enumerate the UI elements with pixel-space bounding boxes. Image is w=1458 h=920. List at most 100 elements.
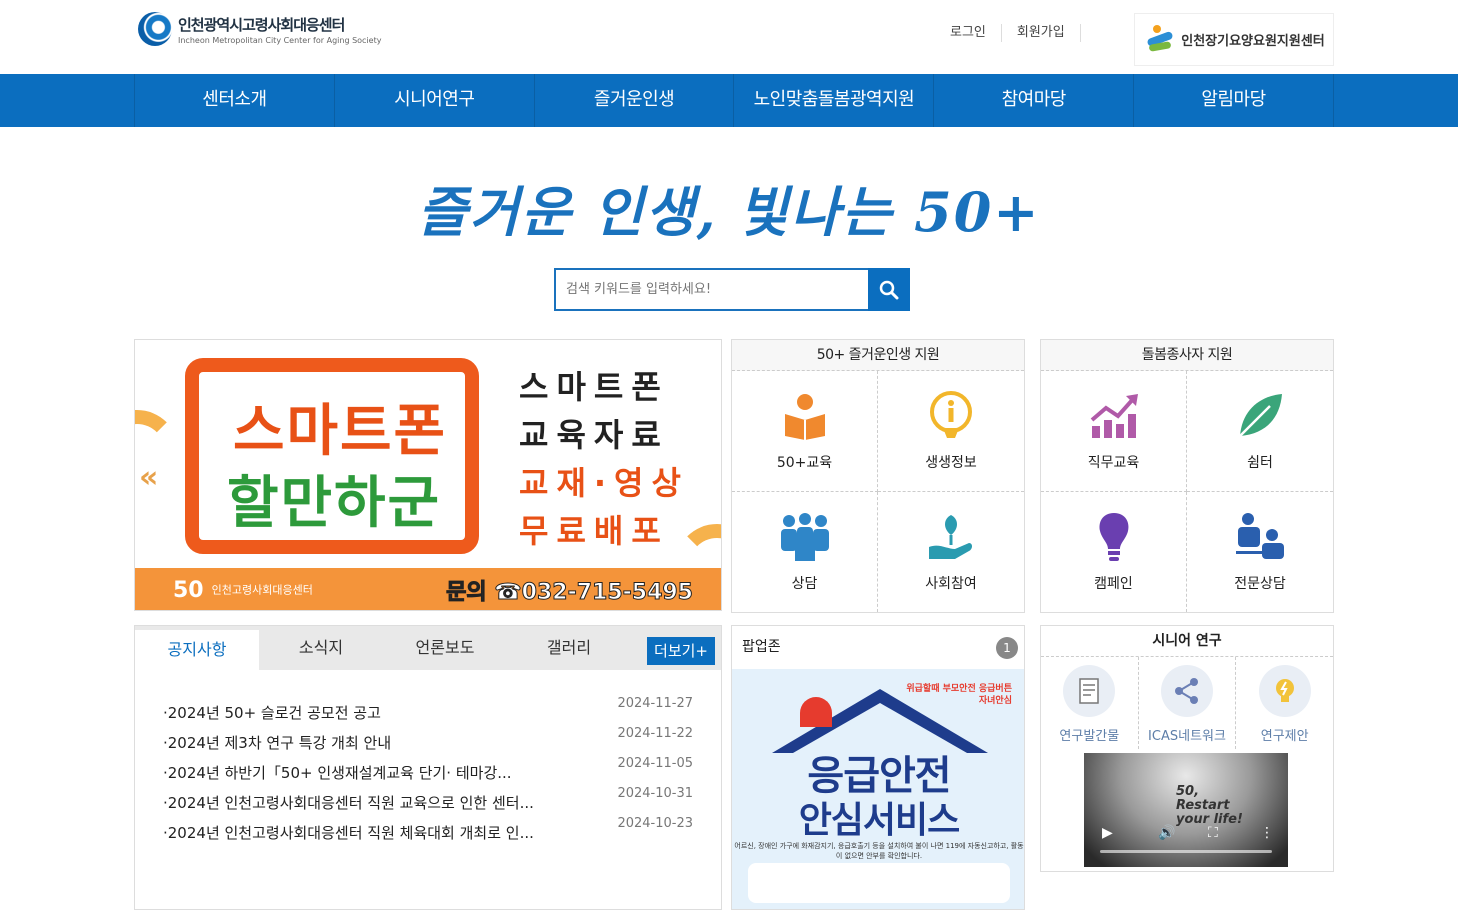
notice-title[interactable]: ·2024년 제3차 연구 특강 개최 안내 [163,732,563,762]
banner-text-2: 교육자료 [519,416,669,454]
caregiver-box: 돌봄종사자 지원 직무교육 쉼터 캠페인 전문상담 [1040,339,1334,613]
site-logo[interactable]: 인천광역시고령사회대응센터 Incheon Metropolitan City … [138,12,381,46]
notice-title[interactable]: ·2024년 인천고령사회대응센터 직원 체육대회 개최로 인... [163,822,563,852]
caregiver-label: 쉼터 [1247,454,1273,471]
promo-video[interactable]: 50, Restart your life! ▶ 🔊 ⛶ ⋮ [1084,753,1288,867]
search-input[interactable] [554,268,868,311]
research-label: ICAS네트워크 [1148,729,1226,744]
support50-title: 50+ 즐거운인생 지원 [732,340,1024,371]
partner-banner[interactable]: 인천장기요양요원지원센터 [1134,13,1334,66]
banner-title-1: 스마트폰 [233,399,448,464]
search-icon [879,280,899,299]
search-bar [554,268,910,311]
banner-title-2: 할만하군 [227,471,442,536]
share-icon [1161,665,1213,717]
fullscreen-icon[interactable]: ⛶ [1208,825,1218,841]
reading-icon [784,393,825,440]
nav-item-center-intro[interactable]: 센터소개 [135,74,335,127]
caregiver-title: 돌봄종사자 지원 [1041,340,1333,371]
notice-title[interactable]: ·2024년 하반기「50+ 인생재설계교육 단기· 테마강... [163,762,563,792]
popup-tag: 위급할때 부모안전 응급버튼 자녀안심 [906,684,1012,706]
nav-item-elderly-care[interactable]: 노인맞춤돌봄광역지원 [734,74,935,127]
popup-count-badge[interactable]: 1 [996,637,1018,659]
support50-label: 상담 [791,575,818,592]
board-tabs: 공지사항 소식지 언론보도 갤러리 더보기+ [135,626,721,670]
tab-newsletter[interactable]: 소식지 [259,626,383,670]
popup-image[interactable]: 위급할때 부모안전 응급버튼 자녀안심 응급안전 안심서비스 어르신, 장애인 … [732,669,1024,909]
caregiver-item-training[interactable]: 직무교육 [1041,371,1187,492]
signup-link[interactable]: 회원가입 [1002,24,1081,42]
list-item[interactable]: ·2024년 인천고령사회대응센터 직원 교육으로 인한 센터... 2024-… [163,786,693,822]
support50-box: 50+ 즐거운인생 지원 50+교육 생생정보 상담 사회참여 [731,339,1025,613]
lightbulb-icon [1099,512,1128,561]
video-controls: ▶ 🔊 ⛶ ⋮ [1084,817,1288,867]
search-button[interactable] [868,268,910,311]
research-item-network[interactable]: ICAS네트워크 [1139,657,1237,749]
play-icon[interactable]: ▶ [1102,825,1113,841]
logo-mark-icon [138,12,172,46]
tab-press[interactable]: 언론보도 [383,626,507,670]
caregiver-label: 캠페인 [1094,575,1133,592]
nav-item-joyful-life[interactable]: 즐거운인생 [535,74,735,127]
popup-footer-panel [748,863,1010,903]
caregiver-item-consulting[interactable]: 전문상담 [1187,492,1333,613]
nav-item-senior-research[interactable]: 시니어연구 [335,74,535,127]
partner-name: 인천장기요양요원지원센터 [1181,34,1325,49]
support50-item-education[interactable]: 50+교육 [732,371,878,492]
video-progress-bar[interactable] [1100,850,1272,853]
caregiver-item-shelter[interactable]: 쉼터 [1187,371,1333,492]
utility-links: 로그인 회원가입 [935,24,1081,42]
research-item-proposal[interactable]: 연구제안 [1236,657,1333,749]
list-item[interactable]: ·2024년 인천고령사회대응센터 직원 체육대회 개최로 인... 2024-… [163,816,693,852]
info-bulb-icon [930,390,972,438]
banner-text-4: 무료배포 [519,512,669,550]
tab-gallery[interactable]: 갤러리 [507,626,631,670]
banner-text-1: 스마트폰 [519,368,669,406]
popup-zone: 팝업존 1 위급할때 부모안전 응급버튼 자녀안심 응급안전 안심서비스 어르신… [731,625,1025,910]
banner-contact: 문의 ☎032-715-5495 [446,580,694,606]
senior-research-box: 시니어 연구 연구발간물 ICAS네트워크 연구제안 50, Restart y… [1040,625,1334,872]
caregiver-label: 직무교육 [1087,454,1140,471]
banner-org-name: 인천고령사회대응센터 [211,583,313,597]
notice-title[interactable]: ·2024년 인천고령사회대응센터 직원 교육으로 인한 센터... [163,792,563,822]
main-banner-slide[interactable]: 스마트폰 할만하군 스마트폰 교육자료 교재·영상 무료배포 « 50 인천고령사… [134,339,722,611]
bulb-icon [1258,665,1311,717]
caregiver-label: 전문상담 [1234,575,1286,592]
banner-org-logo: 50 인천고령사회대응센터 [173,578,313,603]
support50-item-info[interactable]: 생생정보 [878,371,1024,492]
siren-icon [800,697,832,727]
nav-item-participation[interactable]: 참여마당 [934,74,1135,127]
hero-slogan: 즐거운 인생, 빛나는 50+ [417,180,1041,244]
logo-title-ko: 인천광역시고령사회대응센터 [178,15,345,34]
people-group-icon [780,512,829,561]
tab-notice[interactable]: 공지사항 [135,630,259,670]
page: 인천광역시고령사회대응센터 Incheon Metropolitan City … [0,0,1458,920]
research-label: 연구제안 [1260,729,1309,744]
nav-item-notice[interactable]: 알림마당 [1134,74,1334,127]
document-icon [1063,665,1116,717]
notice-date: 2024-10-23 [617,816,693,831]
popup-headline-2: 안심서비스 [798,800,961,841]
support50-label: 사회참여 [925,575,977,592]
support50-item-social[interactable]: 사회참여 [878,492,1024,613]
research-item-publications[interactable]: 연구발간물 [1041,657,1139,749]
support50-item-counseling[interactable]: 상담 [732,491,878,612]
caregiver-item-campaign[interactable]: 캠페인 [1041,491,1187,612]
notice-title[interactable]: ·2024년 50+ 슬로건 공모전 공고 [163,702,563,732]
header: 인천광역시고령사회대응센터 Incheon Metropolitan City … [0,0,1458,74]
list-item[interactable]: ·2024년 제3차 연구 특강 개최 안내 2024-11-22 [163,726,693,762]
popup-description: 어르신, 장애인 가구에 화재감지기, 응급호출기 등을 설치하여 불이 나면 … [734,842,1024,860]
list-item[interactable]: ·2024년 50+ 슬로건 공모전 공고 2024-11-27 [163,696,693,732]
notice-list: ·2024년 50+ 슬로건 공모전 공고 2024-11-27 ·2024년 … [163,696,693,852]
popup-title: 팝업존 [742,639,781,655]
more-options-icon[interactable]: ⋮ [1260,825,1274,841]
notice-board: 공지사항 소식지 언론보도 갤러리 더보기+ ·2024년 50+ 슬로건 공모… [134,625,722,910]
research-title: 시니어 연구 [1041,626,1333,657]
banner-text-3: 교재·영상 [519,464,689,502]
login-link[interactable]: 로그인 [935,24,1002,42]
list-item[interactable]: ·2024년 하반기「50+ 인생재설계교육 단기· 테마강... 2024-1… [163,756,693,792]
volume-icon[interactable]: 🔊 [1158,825,1175,841]
support50-label: 50+교육 [776,454,833,471]
more-button[interactable]: 더보기+ [647,637,715,665]
double-chevron-left-icon[interactable]: « [139,460,158,495]
